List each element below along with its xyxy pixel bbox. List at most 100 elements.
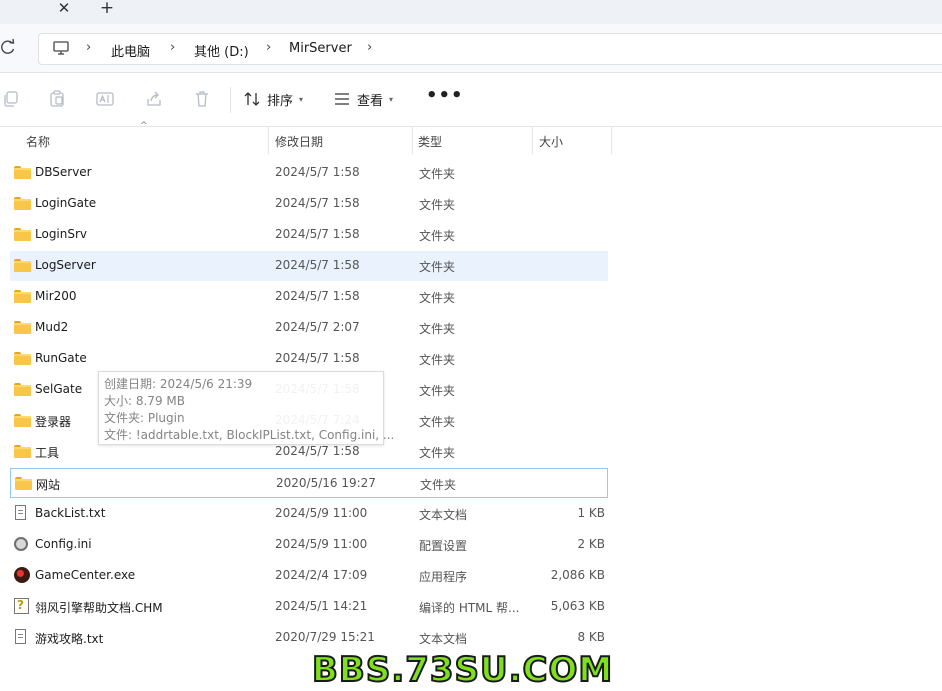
- breadcrumb-chevron-icon[interactable]: ›: [86, 40, 91, 55]
- file-type: 文本文档: [419, 632, 468, 646]
- file-size: 5,063 KB: [550, 599, 605, 613]
- file-date: 2024/5/7 2:07: [275, 320, 360, 334]
- breadcrumb-drive-d[interactable]: 其他 (D:): [194, 41, 249, 60]
- file-type: 文件夹: [419, 229, 456, 243]
- file-name: BackList.txt: [35, 506, 106, 520]
- folder-icon: [15, 476, 33, 492]
- sort-label: 排序: [267, 93, 294, 109]
- folder-icon: [14, 227, 32, 243]
- file-date: 2024/5/7 1:58: [275, 289, 360, 303]
- column-header-size[interactable]: 大小: [539, 133, 563, 150]
- navigation-bar: › 此电脑 › 其他 (D:) › MirServer ›: [0, 24, 942, 73]
- file-date: 2024/5/7 1:58: [275, 227, 360, 241]
- file-row[interactable]: LoginGate 2024/5/7 1:58 文件夹: [10, 189, 608, 219]
- file-date: 2024/2/4 17:09: [275, 568, 368, 582]
- file-date: 2024/5/7 1:58: [275, 444, 360, 458]
- column-header-name[interactable]: 名称: [26, 133, 50, 150]
- app-icon: [14, 567, 30, 583]
- breadcrumb-this-pc[interactable]: 此电脑: [111, 41, 150, 60]
- file-date: 2024/5/7 1:58: [275, 351, 360, 365]
- file-name: 翎风引擎帮助文档.CHM: [35, 601, 163, 615]
- file-row[interactable]: GameCenter.exe 2024/2/4 17:09 应用程序 2,086 KB: [10, 561, 608, 591]
- file-row[interactable]: Mir200 2024/5/7 1:58 文件夹: [10, 282, 608, 312]
- tooltip-created: 创建日期: 2024/5/6 21:39: [104, 377, 253, 391]
- breadcrumb-chevron-icon[interactable]: ›: [367, 40, 372, 55]
- file-size: 8 KB: [577, 630, 605, 644]
- file-name: GameCenter.exe: [35, 568, 136, 582]
- file-name: DBServer: [35, 165, 92, 179]
- file-type: 文本文档: [419, 508, 468, 522]
- paste-icon[interactable]: [48, 90, 66, 108]
- more-options-button[interactable]: •••: [426, 85, 464, 106]
- text-file-icon: [15, 505, 26, 520]
- column-header-date[interactable]: 修改日期: [275, 133, 323, 150]
- settings-file-icon: [14, 537, 28, 551]
- folder-icon: [14, 444, 32, 460]
- column-divider[interactable]: [532, 127, 533, 154]
- refresh-icon[interactable]: [0, 38, 16, 56]
- share-icon[interactable]: [145, 90, 163, 108]
- file-date: 2024/5/7 1:58: [275, 165, 360, 179]
- command-bar: 排序 ▾ 查看 ▾ •••: [0, 73, 942, 127]
- column-header-type[interactable]: 类型: [418, 133, 442, 150]
- breadcrumb-chevron-icon[interactable]: ›: [266, 40, 271, 55]
- toolbar-separator: [230, 87, 231, 113]
- file-row[interactable]: DBServer 2024/5/7 1:58 文件夹: [10, 158, 608, 188]
- copy-icon[interactable]: [2, 90, 20, 108]
- file-type: 文件夹: [419, 384, 456, 398]
- file-name: 游戏攻略.txt: [35, 632, 104, 646]
- column-header-row: ^ 名称 修改日期 类型 大小: [0, 121, 942, 154]
- file-date: 2024/5/9 11:00: [275, 537, 368, 551]
- file-name: Config.ini: [35, 537, 92, 551]
- address-bar[interactable]: › 此电脑 › 其他 (D:) › MirServer ›: [38, 33, 942, 65]
- column-divider[interactable]: [268, 127, 269, 154]
- breadcrumb-mirserver[interactable]: MirServer: [289, 41, 352, 56]
- tooltip-files: 文件: !addrtable.txt, BlockIPList.txt, Con…: [104, 428, 395, 442]
- delete-icon[interactable]: [193, 90, 211, 108]
- file-row[interactable]: 翎风引擎帮助文档.CHM 2024/5/1 14:21 编译的 HTML 帮... 5…: [10, 592, 608, 622]
- folder-icon: [14, 351, 32, 367]
- file-row[interactable]: 游戏攻略.txt 2020/7/29 15:21 文本文档 8 KB: [10, 623, 608, 653]
- file-type: 文件夹: [419, 291, 456, 305]
- file-name: 网站: [36, 478, 61, 492]
- file-name: Mir200: [35, 289, 77, 303]
- file-date: 2024/5/7 1:58: [275, 258, 360, 272]
- file-row[interactable]: LogServer 2024/5/7 1:58 文件夹: [10, 251, 608, 281]
- view-label: 查看: [357, 93, 384, 109]
- column-divider[interactable]: [412, 127, 413, 154]
- view-button[interactable]: 查看 ▾: [333, 87, 393, 111]
- file-type: 文件夹: [419, 260, 456, 274]
- tooltip-size: 大小: 8.79 MB: [104, 394, 185, 408]
- file-date: 2024/5/9 11:00: [275, 506, 368, 520]
- column-divider[interactable]: [611, 127, 612, 154]
- file-name: RunGate: [35, 351, 87, 365]
- view-icon: [335, 93, 349, 105]
- file-name: 登录器: [35, 415, 72, 429]
- file-row[interactable]: 网站 2020/5/16 19:27 文件夹: [10, 468, 608, 498]
- file-date: 2020/7/29 15:21: [275, 630, 375, 644]
- file-row[interactable]: RunGate 2024/5/7 1:58 文件夹: [10, 344, 608, 374]
- help-file-icon: [14, 598, 29, 614]
- sort-ascending-icon: ^: [140, 121, 148, 131]
- file-row[interactable]: LoginSrv 2024/5/7 1:58 文件夹: [10, 220, 608, 250]
- folder-icon: [14, 258, 32, 274]
- file-size: 1 KB: [577, 506, 605, 520]
- file-date: 2024/5/7 1:58: [275, 196, 360, 210]
- tab-strip: ✕ +: [0, 0, 942, 24]
- rename-icon[interactable]: [96, 90, 114, 108]
- file-row[interactable]: Mud2 2024/5/7 2:07 文件夹: [10, 313, 608, 343]
- file-type: 文件夹: [420, 478, 457, 492]
- file-row[interactable]: Config.ini 2024/5/9 11:00 配置设置 2 KB: [10, 530, 608, 560]
- file-row[interactable]: BackList.txt 2024/5/9 11:00 文本文档 1 KB: [10, 499, 608, 529]
- folder-icon: [14, 196, 32, 212]
- sort-button[interactable]: 排序 ▾: [243, 87, 303, 111]
- file-type: 文件夹: [419, 322, 456, 336]
- file-type: 配置设置: [419, 539, 468, 553]
- folder-icon: [14, 165, 32, 181]
- close-tab-icon[interactable]: ✕: [55, 0, 73, 18]
- breadcrumb-chevron-icon[interactable]: ›: [170, 40, 175, 55]
- folder-icon: [14, 413, 32, 429]
- this-pc-icon[interactable]: [53, 41, 69, 55]
- file-name: SelGate: [35, 382, 83, 396]
- new-tab-button[interactable]: +: [98, 0, 116, 18]
